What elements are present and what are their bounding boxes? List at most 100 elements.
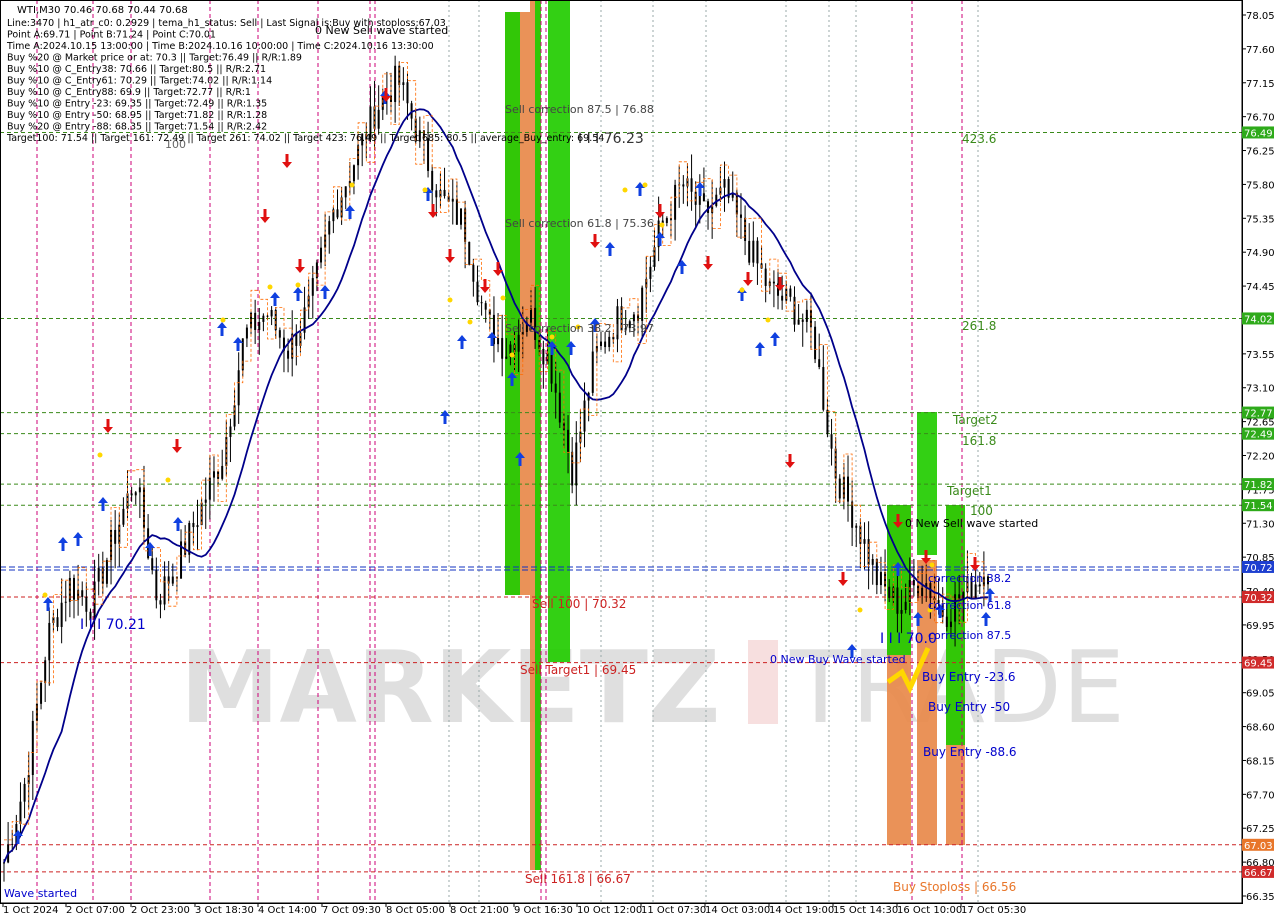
- price-tick-label: 67.70: [1246, 790, 1275, 801]
- header-symbol: WTI,M30 70.46 70.68 70.44 70.68: [17, 5, 188, 16]
- candle-body: [196, 525, 199, 528]
- price-tick-label: 75.80: [1246, 180, 1275, 191]
- candle-body: [472, 264, 475, 282]
- candle-body: [245, 327, 248, 339]
- price-tick-label: 71.30: [1246, 519, 1275, 530]
- candle-body: [435, 190, 438, 198]
- candle-body: [649, 266, 652, 279]
- candle-body: [847, 476, 850, 502]
- candle-body: [171, 576, 174, 584]
- time-tick-label: 4 Oct 14:00: [258, 905, 317, 916]
- time-tick-label: 1 Oct 2024: [3, 905, 58, 916]
- candle-body: [320, 247, 323, 263]
- candle-body: [789, 288, 792, 297]
- annotation-buy-entry-50: Buy Entry -50: [928, 700, 1010, 714]
- candle-body: [221, 465, 224, 479]
- candle-body: [517, 334, 520, 352]
- annotation-level-7021: I I I 70.21: [80, 617, 146, 633]
- header-line: Buy %10 @ Entry -50: 68.95 || Target:71.…: [7, 110, 267, 121]
- candle-body: [40, 682, 43, 704]
- time-tick-label: 8 Oct 05:00: [386, 905, 445, 916]
- candle-body: [583, 400, 586, 432]
- candle-body: [604, 341, 607, 348]
- price-tick-label: 68.15: [1246, 756, 1275, 767]
- svg-text:MARKETZ: MARKETZ: [180, 629, 720, 746]
- candle-body: [468, 241, 471, 265]
- candle-body: [945, 616, 948, 627]
- candle-body: [11, 843, 14, 845]
- candle-body: [344, 186, 347, 198]
- price-badge-label: 70.72: [1244, 563, 1273, 574]
- candle-body: [237, 370, 240, 406]
- time-tick-label: 14 Oct 19:00: [769, 905, 834, 916]
- candle-body: [739, 214, 742, 218]
- candle-body: [805, 309, 808, 322]
- candle-body: [830, 434, 833, 449]
- time-tick-label: 15 Oct 14:30: [833, 905, 898, 916]
- star-icon: [739, 287, 745, 293]
- star-icon: [422, 187, 428, 193]
- candle-body: [31, 720, 34, 776]
- candle-body: [212, 471, 215, 478]
- candle-body: [204, 499, 207, 503]
- candle-body: [888, 586, 891, 598]
- candle-body: [723, 179, 726, 188]
- star-icon: [765, 317, 771, 323]
- header-line: Time A:2024.10.15 13:00:00 | Time B:2024…: [6, 41, 434, 52]
- header-line: Buy %10 @ Entry -23: 69.35 || Target:72.…: [7, 99, 267, 110]
- candle-body: [278, 330, 281, 338]
- annotation-100: 100: [970, 504, 993, 518]
- star-icon: [267, 284, 273, 290]
- chart: MARKETZ TRADE 0 New Sell wave startedSel…: [0, 0, 1280, 920]
- candle-body: [480, 302, 483, 304]
- candle-body: [270, 309, 273, 317]
- price-tick-label: 68.60: [1246, 723, 1275, 734]
- candle-body: [258, 321, 261, 330]
- candle-body: [690, 178, 693, 192]
- candle-body: [287, 350, 290, 359]
- signal-zone: [535, 0, 541, 870]
- candle-body: [254, 312, 257, 330]
- candle-body: [612, 336, 615, 340]
- price-badge-label: 70.32: [1244, 593, 1273, 604]
- candle-body: [431, 170, 434, 191]
- candle-body: [44, 660, 47, 683]
- price-badge-label: 71.82: [1244, 480, 1273, 491]
- price-tick-label: 69.05: [1246, 689, 1275, 700]
- time-tick-label: 10 Oct 12:00: [577, 905, 642, 916]
- star-icon: [642, 182, 648, 188]
- time-tick-label: 2 Oct 23:00: [131, 905, 190, 916]
- candle-body: [295, 333, 298, 346]
- annotation-target2: Target2: [952, 413, 998, 427]
- price-badge-label: 66.67: [1244, 868, 1273, 879]
- candle-body: [394, 65, 397, 102]
- star-icon: [295, 282, 301, 288]
- candle-body: [60, 602, 63, 627]
- candle-body: [114, 529, 117, 544]
- candle-body: [122, 508, 125, 525]
- header-line: Target100: 71.54 || Target 161: 72.49 ||…: [6, 133, 604, 144]
- candle-body: [863, 539, 866, 544]
- time-tick-label: 9 Oct 16:30: [514, 905, 573, 916]
- candle-body: [558, 392, 561, 423]
- candle-body: [764, 268, 767, 286]
- candle-body: [484, 303, 487, 310]
- annotation-correction-618: correction 61.8: [928, 599, 1011, 612]
- price-tick-label: 77.15: [1246, 79, 1275, 90]
- candle-body: [949, 621, 952, 627]
- header-line: Buy %20 @ Market price or at: 70.3 || Ta…: [7, 53, 302, 64]
- star-icon: [659, 222, 665, 228]
- annotation-sell-target1: Sell Target1 | 69.45: [520, 663, 636, 677]
- price-tick-label: 74.90: [1246, 248, 1275, 259]
- candle-body: [550, 353, 553, 384]
- star-icon: [220, 317, 226, 323]
- candle-body: [72, 577, 75, 600]
- candle-body: [608, 336, 611, 348]
- price-tick-label: 78.05: [1246, 11, 1275, 22]
- candle-body: [328, 221, 331, 235]
- candle-body: [781, 295, 784, 301]
- candle-body: [241, 338, 244, 371]
- annotation-161: 161.8: [962, 434, 996, 448]
- candle-body: [19, 801, 22, 825]
- candle-body: [130, 493, 133, 496]
